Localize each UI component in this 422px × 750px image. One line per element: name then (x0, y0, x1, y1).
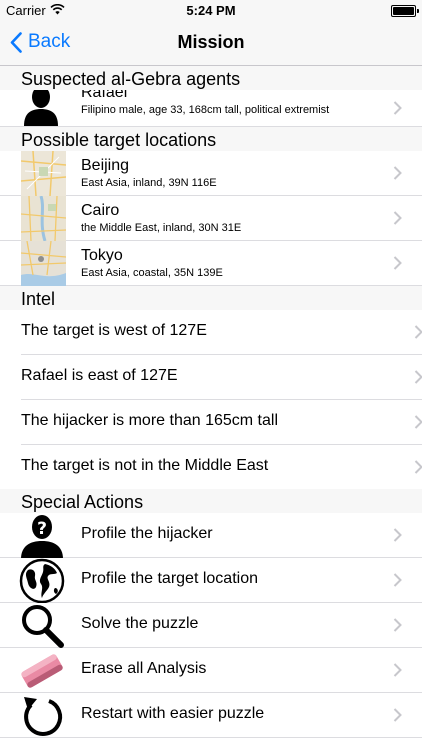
battery-icon (391, 5, 419, 17)
intel-list: The target is west of 127E Rafael is eas… (0, 310, 422, 489)
agent-description: Filipino male, age 33, 168cm tall, polit… (81, 104, 330, 116)
solve-puzzle-button[interactable]: Solve the puzzle (0, 603, 422, 648)
chevron-right-icon (393, 528, 402, 542)
location-row-beijing[interactable]: Beijing East Asia, inland, 39N 116E (0, 151, 422, 196)
intel-item[interactable]: The target is not in the Middle East (21, 445, 422, 489)
erase-analysis-button[interactable]: Erase all Analysis (0, 648, 422, 693)
agent-name: Rafael (81, 90, 128, 101)
navigation-bar: Back Mission (0, 20, 422, 66)
profile-hijacker-button[interactable]: ? Profile the hijacker (0, 513, 422, 559)
intel-item[interactable]: The target is west of 127E (21, 310, 422, 355)
magnifier-icon (22, 605, 64, 648)
action-label: Erase all Analysis (81, 660, 207, 677)
section-header-intel: Intel (0, 286, 422, 310)
status-bar: Carrier 5:24 PM (0, 0, 422, 20)
chevron-right-icon (393, 663, 402, 677)
map-thumbnail (21, 151, 66, 196)
intel-text: The hijacker is more than 165cm tall (21, 412, 278, 429)
action-label: Restart with easier puzzle (81, 705, 265, 722)
agent-row-rafael[interactable]: Rafael Filipino male, age 33, 168cm tall… (0, 90, 422, 127)
globe-icon (19, 558, 65, 604)
map-thumbnail (21, 241, 66, 286)
location-description: the Middle East, inland, 30N 31E (81, 222, 242, 234)
section-header-agents: Suspected al-Gebra agents (0, 66, 422, 90)
location-name: Tokyo (81, 247, 123, 264)
intel-text: The target is west of 127E (21, 322, 207, 339)
mission-table[interactable]: Suspected al-Gebra agents Rafael Filipin… (0, 66, 422, 750)
action-label: Profile the hijacker (81, 525, 213, 542)
page-title: Mission (177, 32, 245, 52)
intel-text: The target is not in the Middle East (21, 457, 269, 474)
action-label: Solve the puzzle (81, 615, 199, 632)
profile-target-button[interactable]: Profile the target location (0, 558, 422, 604)
restart-easier-button[interactable]: Restart with easier puzzle (0, 693, 422, 738)
intel-text: Rafael is east of 127E (21, 367, 178, 384)
location-row-tokyo[interactable]: Tokyo East Asia, coastal, 35N 139E (0, 241, 422, 286)
section-header-actions: Special Actions (0, 489, 422, 513)
chevron-right-icon (414, 415, 422, 429)
section-header-locations: Possible target locations (0, 127, 422, 151)
location-name: Beijing (81, 157, 130, 174)
chevron-right-icon (393, 708, 402, 722)
intel-item[interactable]: The hijacker is more than 165cm tall (21, 400, 422, 445)
chevron-right-icon (393, 618, 402, 632)
unknown-person-icon: ? (21, 515, 63, 559)
svg-text:?: ? (37, 519, 47, 539)
status-time: 5:24 PM (186, 3, 236, 18)
restart-icon (24, 697, 63, 736)
location-row-cairo[interactable]: Cairo the Middle East, inland, 30N 31E (0, 196, 422, 241)
chevron-right-icon (414, 460, 422, 474)
chevron-right-icon (414, 370, 422, 384)
chevron-right-icon (393, 256, 402, 270)
chevron-right-icon (393, 211, 402, 225)
map-thumbnail (21, 196, 66, 241)
location-description: East Asia, inland, 39N 116E (81, 177, 217, 189)
person-silhouette-icon (24, 90, 58, 126)
chevron-right-icon (393, 166, 402, 180)
eraser-icon (21, 654, 63, 688)
location-name: Cairo (81, 202, 120, 219)
chevron-right-icon (414, 325, 422, 339)
chevron-right-icon (393, 573, 402, 587)
location-description: East Asia, coastal, 35N 139E (81, 267, 223, 279)
action-label: Profile the target location (81, 570, 258, 587)
chevron-right-icon (393, 101, 402, 115)
intel-item[interactable]: Rafael is east of 127E (21, 355, 422, 400)
